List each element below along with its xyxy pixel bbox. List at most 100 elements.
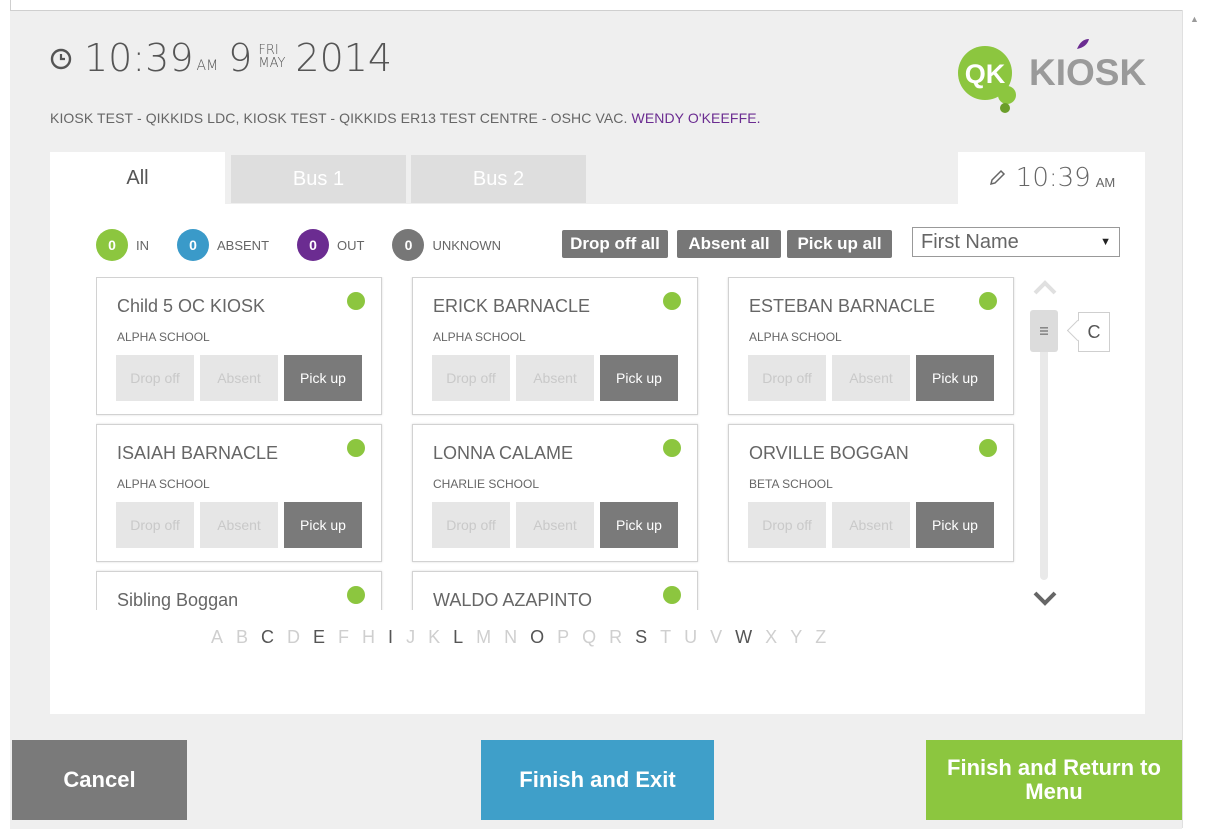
absent-button[interactable]: Absent — [832, 355, 910, 401]
pick-up-button[interactable]: Pick up — [600, 502, 678, 548]
tab-bus-1-label: Bus 1 — [292, 167, 345, 190]
pick-up-button[interactable]: Pick up — [916, 502, 994, 548]
absent-button[interactable]: Absent — [516, 502, 594, 548]
alpha-letter-k[interactable]: K — [428, 627, 440, 648]
legend-absent-label: ABSENT — [217, 237, 270, 253]
alpha-letter-q[interactable]: Q — [582, 627, 596, 648]
finish-and-exit-button[interactable]: Finish and Exit — [481, 740, 714, 820]
scroll-letter-indicator: C — [1078, 312, 1110, 352]
legend-absent: 0 ABSENT — [177, 229, 269, 261]
tab-bus-2-label: Bus 2 — [472, 167, 525, 190]
child-card: ESTEBAN BARNACLE ALPHA SCHOOL Drop off A… — [728, 277, 1014, 415]
alpha-letter-f[interactable]: F — [338, 627, 349, 648]
status-dot — [979, 439, 997, 457]
absent-all-button[interactable]: Absent all — [677, 230, 781, 258]
child-name: ESTEBAN BARNACLE — [749, 296, 936, 316]
absent-button[interactable]: Absent — [832, 502, 910, 548]
tab-bus-2[interactable]: Bus 2 — [411, 155, 586, 203]
cancel-button[interactable]: Cancel — [12, 740, 187, 820]
alpha-letter-z[interactable]: Z — [815, 627, 826, 648]
child-card: WALDO AZAPINTO — [412, 571, 698, 610]
child-school: CHARLIE SCHOOL — [433, 477, 540, 491]
drop-off-button[interactable]: Drop off — [116, 355, 194, 401]
alpha-letter-m[interactable]: M — [476, 627, 491, 648]
alpha-letter-l[interactable]: L — [453, 627, 463, 648]
alpha-letter-x[interactable]: X — [765, 627, 777, 648]
absent-button[interactable]: Absent — [200, 502, 278, 548]
legend-out: 0 OUT — [297, 229, 364, 261]
alpha-letter-n[interactable]: N — [504, 627, 517, 648]
alphabet-index: A B C D E F H I J K L M N O P Q R S T U … — [211, 627, 839, 648]
alpha-letter-w[interactable]: W — [735, 627, 752, 648]
child-card: ERICK BARNACLE ALPHA SCHOOL Drop off Abs… — [412, 277, 698, 415]
pencil-icon — [989, 169, 1005, 186]
edit-time[interactable]: 10:39 AM — [958, 152, 1145, 204]
pick-up-button[interactable]: Pick up — [916, 355, 994, 401]
child-card: ORVILLE BOGGAN BETA SCHOOL Drop off Abse… — [728, 424, 1014, 562]
drop-off-button[interactable]: Drop off — [748, 355, 826, 401]
pick-up-button[interactable]: Pick up — [284, 355, 362, 401]
alpha-letter-b[interactable]: B — [236, 627, 248, 648]
alpha-letter-a[interactable]: A — [211, 627, 223, 648]
header-year: 2014 — [295, 36, 393, 80]
legend-in-count: 0 — [96, 229, 128, 261]
list-scroll-rail[interactable] — [1030, 280, 1060, 610]
svg-text:KIOSK: KIOSK — [1029, 52, 1146, 93]
alpha-letter-y[interactable]: Y — [790, 627, 802, 648]
scroll-thumb[interactable] — [1030, 310, 1058, 352]
legend-unknown-count: 0 — [392, 229, 425, 261]
child-card-list: Child 5 OC KIOSK ALPHA SCHOOL Drop off A… — [96, 277, 1016, 610]
alpha-letter-h[interactable]: H — [362, 627, 375, 648]
alpha-letter-r[interactable]: R — [609, 627, 622, 648]
drop-off-button[interactable]: Drop off — [432, 502, 510, 548]
alpha-letter-p[interactable]: P — [557, 627, 569, 648]
scroll-track[interactable] — [1040, 320, 1048, 580]
alpha-letter-e[interactable]: E — [313, 627, 325, 648]
alpha-letter-d[interactable]: D — [287, 627, 300, 648]
alpha-letter-j[interactable]: J — [406, 627, 415, 648]
alpha-letter-t[interactable]: T — [660, 627, 671, 648]
scroll-up-arrow-icon[interactable]: ▲ — [1190, 14, 1199, 24]
dropdown-caret-icon: ▼ — [1100, 236, 1111, 248]
child-school: ALPHA SCHOOL — [433, 330, 526, 344]
sort-selected: First Name — [921, 230, 1019, 253]
pick-up-button[interactable]: Pick up — [600, 355, 678, 401]
alpha-letter-o[interactable]: O — [530, 627, 544, 648]
legend-in: 0 IN — [96, 229, 149, 261]
page-scrollbar[interactable]: ▲ — [1182, 10, 1206, 828]
svg-text:QK: QK — [965, 59, 1006, 89]
alpha-letter-v[interactable]: V — [710, 627, 722, 648]
alpha-letter-u[interactable]: U — [684, 627, 697, 648]
child-name: Sibling Boggan — [117, 590, 239, 610]
child-card: Child 5 OC KIOSK ALPHA SCHOOL Drop off A… — [96, 277, 382, 415]
alpha-letter-s[interactable]: S — [635, 627, 647, 648]
drop-off-button[interactable]: Drop off — [432, 355, 510, 401]
legend-out-label: OUT — [337, 237, 365, 253]
chevron-up-icon[interactable] — [1032, 280, 1058, 296]
finish-return-menu-button[interactable]: Finish and Return to Menu — [926, 740, 1182, 820]
legend-absent-count: 0 — [177, 229, 209, 261]
drop-off-all-button[interactable]: Drop off all — [562, 230, 668, 258]
alpha-letter-c[interactable]: C — [261, 627, 274, 648]
pick-up-all-button[interactable]: Pick up all — [787, 230, 892, 258]
pick-up-button[interactable]: Pick up — [284, 502, 362, 548]
card-actions: Drop off Absent Pick up — [116, 355, 368, 401]
header-time: 10:39 — [84, 36, 194, 80]
status-dot — [663, 292, 681, 310]
tab-bus-1[interactable]: Bus 1 — [231, 155, 406, 203]
status-dot — [347, 292, 365, 310]
drop-off-button[interactable]: Drop off — [748, 502, 826, 548]
chevron-down-icon[interactable] — [1032, 590, 1058, 606]
child-card: LONNA CALAME CHARLIE SCHOOL Drop off Abs… — [412, 424, 698, 562]
edit-time-ampm: AM — [1095, 174, 1116, 190]
child-name: WALDO AZAPINTO — [433, 590, 593, 610]
drop-off-button[interactable]: Drop off — [116, 502, 194, 548]
alpha-letter-i[interactable]: I — [388, 627, 393, 648]
child-name: LONNA CALAME — [433, 443, 574, 463]
child-school: ALPHA SCHOOL — [117, 477, 210, 491]
absent-button[interactable]: Absent — [516, 355, 594, 401]
absent-button[interactable]: Absent — [200, 355, 278, 401]
status-legend: 0 IN 0 ABSENT 0 OUT 0 UNKNOWN — [96, 229, 529, 261]
tab-all[interactable]: All — [50, 152, 225, 204]
sort-select[interactable]: First Name ▼ — [912, 227, 1120, 257]
